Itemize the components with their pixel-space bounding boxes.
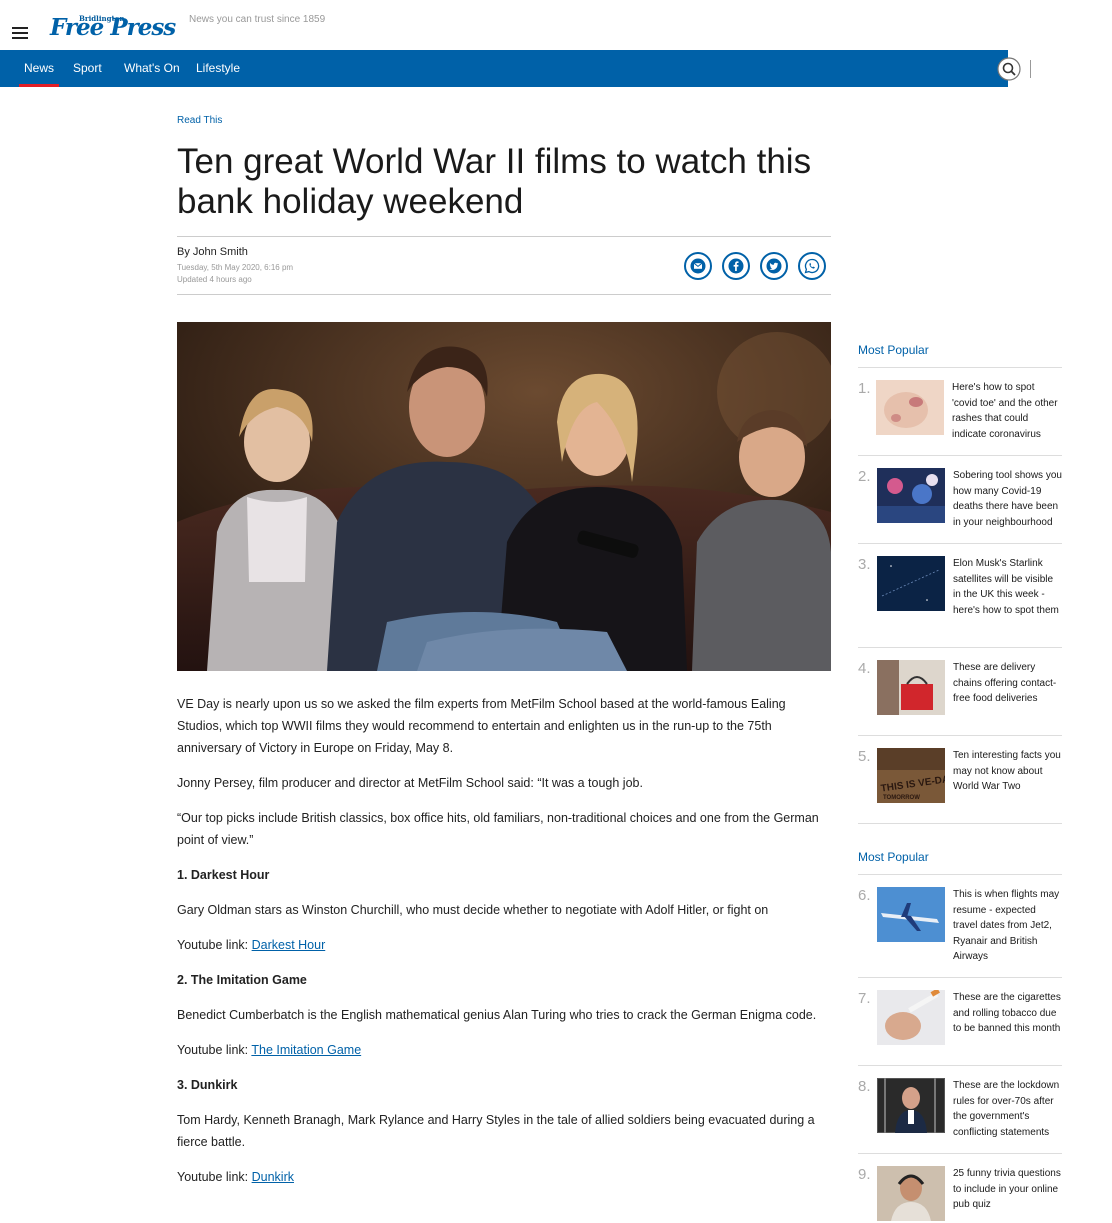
main-nav: News Sport What's On Lifestyle: [0, 50, 1008, 87]
youtube-prefix: Youtube link:: [177, 1170, 252, 1184]
author-byline: By John Smith: [177, 246, 248, 258]
youtube-line-3: Youtube link: Dunkirk: [177, 1166, 831, 1188]
facebook-icon: [728, 258, 744, 274]
popular-headline[interactable]: These are delivery chains offering conta…: [953, 660, 1063, 707]
popular-headline[interactable]: Here's how to spot 'covid toe' and the o…: [952, 380, 1062, 442]
whatsapp-icon: [804, 258, 820, 274]
top-bar: Bridlington Free Press News you can trus…: [0, 0, 1112, 50]
popular-headline[interactable]: Sobering tool shows you how many Covid-1…: [953, 468, 1063, 530]
tagline: News you can trust since 1859: [189, 14, 326, 25]
film-heading-2: 2. The Imitation Game: [177, 973, 307, 987]
article-kicker[interactable]: Read This: [177, 115, 222, 126]
popular-rank: 7.: [858, 990, 871, 1007]
nav-whats-on[interactable]: What's On: [124, 50, 180, 87]
youtube-link-imitation-game[interactable]: The Imitation Game: [251, 1043, 361, 1057]
popular-thumbnail[interactable]: [876, 380, 944, 435]
thumb-tomorrow-text: TOMORROW: [883, 795, 920, 801]
most-popular-title: Most Popular: [858, 343, 1062, 368]
most-popular-widget-2: Most Popular 6. This is when flights may…: [858, 850, 1062, 1223]
film-description-1: Gary Oldman stars as Winston Churchill, …: [177, 903, 769, 917]
popular-headline[interactable]: Ten interesting facts you may not know a…: [953, 748, 1063, 795]
popular-headline[interactable]: These are the lockdown rules for over-70…: [953, 1078, 1063, 1140]
popular-item[interactable]: 4. These are delivery chains offering co…: [858, 648, 1062, 736]
popular-rank: 5.: [858, 748, 871, 765]
article-body: VE Day is nearly upon us so we asked the…: [177, 693, 831, 1201]
popular-item[interactable]: 6. This is when flights may resume - exp…: [858, 875, 1062, 978]
youtube-prefix: Youtube link:: [177, 1043, 252, 1057]
popular-rank: 3.: [858, 556, 871, 573]
article-headline: Ten great World War II films to watch th…: [177, 142, 812, 221]
popular-item[interactable]: 5. THIS IS VE-DAY TOMORROW Ten interestin…: [858, 736, 1062, 824]
publish-date: Tuesday, 5th May 2020, 6:16 pm: [177, 263, 294, 272]
popular-rank: 1.: [858, 380, 871, 397]
popular-headline[interactable]: These are the cigarettes and rolling tob…: [953, 990, 1063, 1037]
popular-thumbnail[interactable]: [877, 1078, 945, 1133]
byline-box: By John Smith Tuesday, 5th May 2020, 6:1…: [177, 236, 831, 295]
popular-thumbnail[interactable]: [877, 1166, 945, 1221]
paragraph-quote-2: “Our top picks include British classics,…: [177, 811, 819, 847]
logo-main-text: Free Press: [50, 14, 176, 41]
nav-sport[interactable]: Sport: [73, 50, 102, 87]
popular-item[interactable]: 3. Elon Musk's Starlink satellites will …: [858, 544, 1062, 648]
film-description-3: Tom Hardy, Kenneth Branagh, Mark Rylance…: [177, 1113, 815, 1149]
email-icon: [690, 258, 706, 274]
youtube-line-2: Youtube link: The Imitation Game: [177, 1039, 831, 1061]
popular-thumbnail[interactable]: [877, 556, 945, 611]
paragraph-intro: VE Day is nearly upon us so we asked the…: [177, 697, 786, 755]
popular-headline[interactable]: 25 funny trivia questions to include in …: [953, 1166, 1063, 1213]
share-whatsapp-button[interactable]: [798, 252, 826, 280]
popular-rank: 4.: [858, 660, 871, 677]
popular-thumbnail[interactable]: [877, 468, 945, 523]
hero-image: [177, 322, 831, 671]
popular-thumbnail[interactable]: THIS IS VE-DAY TOMORROW: [877, 748, 945, 803]
nav-news[interactable]: News: [18, 50, 60, 87]
popular-item[interactable]: 7. These are the cigarettes and rolling …: [858, 978, 1062, 1066]
paragraph-quote-1: Jonny Persey, film producer and director…: [177, 776, 643, 790]
popular-item[interactable]: 9. 25 funny trivia questions to include …: [858, 1154, 1062, 1223]
youtube-link-darkest-hour[interactable]: Darkest Hour: [252, 938, 326, 952]
share-twitter-button[interactable]: [760, 252, 788, 280]
youtube-prefix: Youtube link:: [177, 938, 252, 952]
youtube-link-dunkirk[interactable]: Dunkirk: [252, 1170, 294, 1184]
updated-time: Updated 4 hours ago: [177, 275, 252, 284]
film-heading-3: 3. Dunkirk: [177, 1078, 238, 1092]
popular-thumbnail[interactable]: [877, 660, 945, 715]
popular-item[interactable]: 8. These are the lockdown rules for over…: [858, 1066, 1062, 1154]
popular-rank: 9.: [858, 1166, 871, 1183]
search-icon[interactable]: [997, 57, 1021, 81]
popular-item[interactable]: 2. Sobering tool shows you how many Covi…: [858, 456, 1062, 544]
nav-divider: [1030, 60, 1031, 78]
most-popular-title: Most Popular: [858, 850, 1062, 875]
film-description-2: Benedict Cumberbatch is the English math…: [177, 1008, 817, 1022]
popular-headline[interactable]: Elon Musk's Starlink satellites will be …: [953, 556, 1063, 618]
popular-item[interactable]: 1. Here's how to spot 'covid toe' and th…: [858, 368, 1062, 456]
youtube-line-1: Youtube link: Darkest Hour: [177, 934, 831, 956]
twitter-icon: [766, 258, 782, 274]
menu-icon[interactable]: [12, 27, 28, 39]
nav-lifestyle[interactable]: Lifestyle: [196, 50, 240, 87]
share-facebook-button[interactable]: [722, 252, 750, 280]
popular-rank: 8.: [858, 1078, 871, 1095]
popular-thumbnail[interactable]: [877, 887, 945, 942]
film-heading-1: 1. Darkest Hour: [177, 868, 270, 882]
popular-headline[interactable]: This is when flights may resume - expect…: [953, 887, 1063, 965]
popular-rank: 6.: [858, 887, 871, 904]
most-popular-widget-1: Most Popular 1. Here's how to spot 'covi…: [858, 343, 1062, 824]
popular-rank: 2.: [858, 468, 871, 485]
popular-thumbnail[interactable]: [877, 990, 945, 1045]
share-email-button[interactable]: [684, 252, 712, 280]
